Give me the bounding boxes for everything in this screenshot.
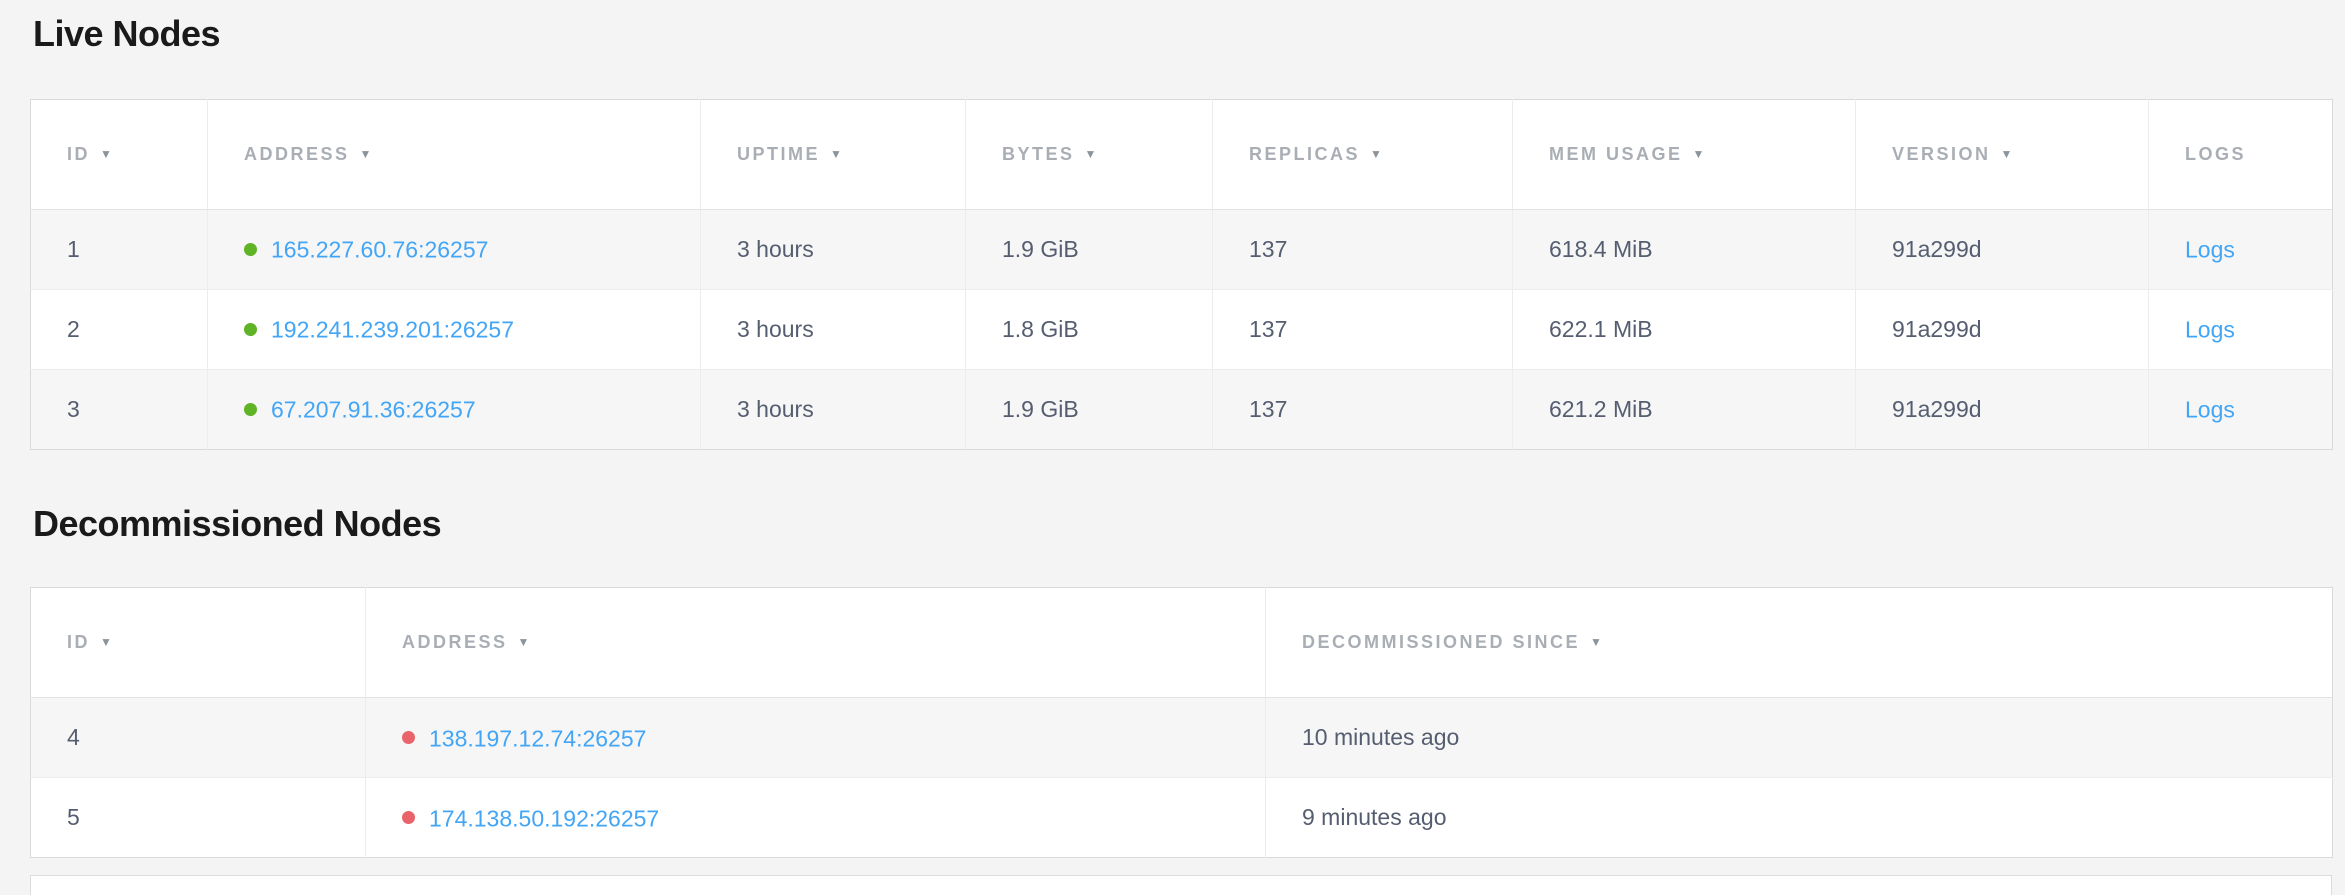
column-label: LOGS <box>2185 144 2246 164</box>
dec-col-header-id[interactable]: ID ▼ <box>31 588 366 698</box>
live-node-row: 1 165.227.60.76:26257 3 hours 1.9 GiB 13… <box>31 210 2333 290</box>
node-version-cell: 91a299d <box>1856 290 2149 370</box>
live-col-header-version[interactable]: VERSION ▼ <box>1856 100 2149 210</box>
node-version-cell: 91a299d <box>1856 210 2149 290</box>
node-logs-link[interactable]: Logs <box>2185 237 2235 263</box>
live-col-header-mem-usage[interactable]: MEM USAGE ▼ <box>1513 100 1856 210</box>
node-id-cell: 3 <box>31 370 208 450</box>
node-id-cell: 1 <box>31 210 208 290</box>
node-address-link[interactable]: 138.197.12.74:26257 <box>429 725 646 751</box>
live-nodes-header-row: ID ▼ ADDRESS ▼ UPTIME ▼ BYTES ▼ REPLICAS ▼ ME… <box>31 100 2333 210</box>
node-live-status-dot-icon <box>244 323 257 336</box>
decommissioned-nodes-header-row: ID ▼ ADDRESS ▼ DECOMMISSIONED SINCE ▼ <box>31 588 2333 698</box>
node-uptime-cell: 3 hours <box>701 290 966 370</box>
decommissioned-nodes-table: ID ▼ ADDRESS ▼ DECOMMISSIONED SINCE ▼ 4 138… <box>30 587 2333 858</box>
node-address-link[interactable]: 192.241.239.201:26257 <box>271 317 514 343</box>
node-version-cell: 91a299d <box>1856 370 2149 450</box>
node-bytes-cell: 1.9 GiB <box>966 210 1213 290</box>
next-section-peek <box>30 875 2332 895</box>
node-uptime-cell: 3 hours <box>701 370 966 450</box>
node-id-cell: 2 <box>31 290 208 370</box>
node-bytes-cell: 1.9 GiB <box>966 370 1213 450</box>
sort-arrow-icon: ▼ <box>830 147 842 161</box>
live-col-header-bytes[interactable]: BYTES ▼ <box>966 100 1213 210</box>
node-replicas-cell: 137 <box>1213 210 1513 290</box>
live-col-header-logs: LOGS <box>2149 100 2333 210</box>
node-uptime-cell: 3 hours <box>701 210 966 290</box>
node-id-cell: 4 <box>31 698 366 778</box>
node-address-cell: 192.241.239.201:26257 <box>208 290 701 370</box>
node-decommissioned-since-cell: 10 minutes ago <box>1266 698 2333 778</box>
node-address-cell: 165.227.60.76:26257 <box>208 210 701 290</box>
sort-arrow-icon: ▼ <box>360 147 372 161</box>
column-label: UPTIME <box>737 144 820 164</box>
node-decommissioned-status-dot-icon <box>402 811 415 824</box>
node-decommissioned-since-cell: 9 minutes ago <box>1266 778 2333 858</box>
live-node-row: 2 192.241.239.201:26257 3 hours 1.8 GiB … <box>31 290 2333 370</box>
column-label: REPLICAS <box>1249 144 1360 164</box>
node-address-link[interactable]: 67.207.91.36:26257 <box>271 397 476 423</box>
column-label: DECOMMISSIONED SINCE <box>1302 632 1580 652</box>
live-col-header-uptime[interactable]: UPTIME ▼ <box>701 100 966 210</box>
node-bytes-cell: 1.8 GiB <box>966 290 1213 370</box>
node-address-link[interactable]: 165.227.60.76:26257 <box>271 237 488 263</box>
live-nodes-table: ID ▼ ADDRESS ▼ UPTIME ▼ BYTES ▼ REPLICAS ▼ ME… <box>30 99 2333 450</box>
node-logs-cell: Logs <box>2149 210 2333 290</box>
live-col-header-replicas[interactable]: REPLICAS ▼ <box>1213 100 1513 210</box>
live-nodes-title: Live Nodes <box>33 12 2332 55</box>
live-node-row: 3 67.207.91.36:26257 3 hours 1.9 GiB 137… <box>31 370 2333 450</box>
node-live-status-dot-icon <box>244 243 257 256</box>
node-logs-cell: Logs <box>2149 290 2333 370</box>
node-replicas-cell: 137 <box>1213 370 1513 450</box>
sort-arrow-icon: ▼ <box>2001 147 2013 161</box>
column-label: MEM USAGE <box>1549 144 1683 164</box>
decommissioned-nodes-title: Decommissioned Nodes <box>33 502 2332 545</box>
column-label: ADDRESS <box>244 144 350 164</box>
sort-arrow-icon: ▼ <box>100 147 112 161</box>
node-mem-usage-cell: 618.4 MiB <box>1513 210 1856 290</box>
node-logs-cell: Logs <box>2149 370 2333 450</box>
live-col-header-id[interactable]: ID ▼ <box>31 100 208 210</box>
node-logs-link[interactable]: Logs <box>2185 317 2235 343</box>
live-col-header-address[interactable]: ADDRESS ▼ <box>208 100 701 210</box>
node-mem-usage-cell: 621.2 MiB <box>1513 370 1856 450</box>
cluster-nodes-page: Live Nodes ID ▼ ADDRESS ▼ UPTIME ▼ BYTES ▼ R… <box>0 0 2345 895</box>
live-nodes-section: Live Nodes ID ▼ ADDRESS ▼ UPTIME ▼ BYTES ▼ R… <box>30 12 2332 450</box>
column-label: VERSION <box>1892 144 1991 164</box>
dec-col-header-decommissioned-since[interactable]: DECOMMISSIONED SINCE ▼ <box>1266 588 2333 698</box>
sort-arrow-icon: ▼ <box>100 635 112 649</box>
decommissioned-node-row: 4 138.197.12.74:26257 10 minutes ago <box>31 698 2333 778</box>
node-live-status-dot-icon <box>244 403 257 416</box>
node-address-cell: 138.197.12.74:26257 <box>366 698 1266 778</box>
sort-arrow-icon: ▼ <box>1693 147 1705 161</box>
node-address-cell: 67.207.91.36:26257 <box>208 370 701 450</box>
dec-col-header-address[interactable]: ADDRESS ▼ <box>366 588 1266 698</box>
node-address-cell: 174.138.50.192:26257 <box>366 778 1266 858</box>
node-logs-link[interactable]: Logs <box>2185 397 2235 423</box>
node-replicas-cell: 137 <box>1213 290 1513 370</box>
node-mem-usage-cell: 622.1 MiB <box>1513 290 1856 370</box>
decommissioned-node-row: 5 174.138.50.192:26257 9 minutes ago <box>31 778 2333 858</box>
column-label: ID <box>67 144 90 164</box>
sort-arrow-icon: ▼ <box>1590 635 1602 649</box>
column-label: ADDRESS <box>402 632 508 652</box>
node-id-cell: 5 <box>31 778 366 858</box>
decommissioned-nodes-section: Decommissioned Nodes ID ▼ ADDRESS ▼ DECOMM… <box>30 502 2332 858</box>
column-label: BYTES <box>1002 144 1075 164</box>
node-address-link[interactable]: 174.138.50.192:26257 <box>429 805 659 831</box>
column-label: ID <box>67 632 90 652</box>
sort-arrow-icon: ▼ <box>1085 147 1097 161</box>
sort-arrow-icon: ▼ <box>1370 147 1382 161</box>
sort-arrow-icon: ▼ <box>518 635 530 649</box>
node-decommissioned-status-dot-icon <box>402 731 415 744</box>
